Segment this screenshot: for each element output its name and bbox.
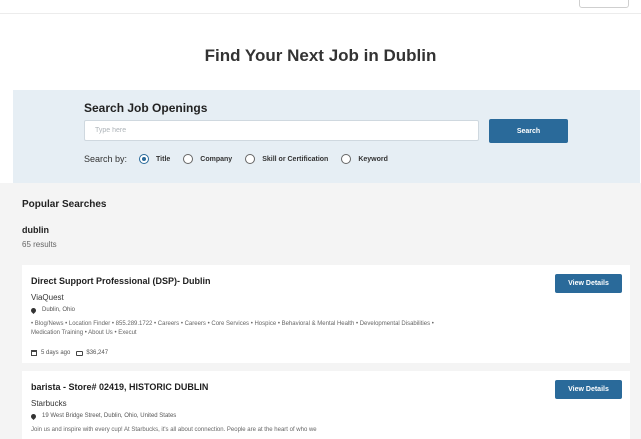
search-input[interactable]: [84, 120, 479, 141]
radio-company[interactable]: [183, 154, 194, 164]
radio-title[interactable]: [139, 154, 150, 164]
map-pin-icon: [29, 412, 38, 420]
job-description: • Blog/News • Location Finder • 855.289.…: [31, 321, 434, 336]
job-location-text: 19 West Bridge Street, Dublin, Ohio, Uni…: [42, 413, 177, 419]
search-by-company-option[interactable]: Company: [183, 154, 232, 164]
radio-keyword-label: Keyword: [358, 155, 388, 163]
top-menu-button[interactable]: [579, 0, 629, 8]
job-card: barista - Store# 02419, HISTORIC DUBLIN …: [22, 371, 630, 439]
search-by-title-option[interactable]: Title: [139, 154, 170, 164]
search-query-term: dublin: [22, 225, 49, 235]
job-meta: 5 days ago $36,247: [31, 350, 108, 356]
page-title: Find Your Next Job in Dublin: [204, 46, 437, 65]
view-details-button[interactable]: View Details: [555, 274, 622, 293]
search-by-label: Search by:: [84, 154, 128, 164]
search-panel: Search Job Openings Search Search by: Ti…: [13, 90, 640, 183]
radio-keyword[interactable]: [341, 154, 352, 164]
radio-title-label: Title: [156, 155, 171, 163]
job-location: 19 West Bridge Street, Dublin, Ohio, Uni…: [29, 412, 177, 420]
search-button[interactable]: Search: [489, 119, 568, 143]
job-title[interactable]: Direct Support Professional (DSP)- Dubli…: [31, 276, 211, 286]
search-by-skill-option[interactable]: Skill or Certification: [245, 154, 328, 164]
search-by-keyword-option[interactable]: Keyword: [341, 154, 388, 164]
search-heading: Search Job Openings: [84, 101, 208, 115]
job-title[interactable]: barista - Store# 02419, HISTORIC DUBLIN: [31, 382, 208, 392]
job-description: Join us and inspire with every cup! At S…: [31, 427, 317, 433]
money-icon: [76, 350, 84, 356]
top-bar: [0, 0, 641, 14]
radio-skill[interactable]: [245, 154, 256, 164]
radio-company-label: Company: [200, 155, 233, 163]
job-salary: $36,247: [86, 350, 109, 356]
map-pin-icon: [29, 306, 38, 314]
radio-skill-label: Skill or Certification: [262, 155, 329, 163]
popular-searches-heading: Popular Searches: [22, 199, 107, 210]
job-card: Direct Support Professional (DSP)- Dubli…: [22, 265, 630, 363]
search-by-group: Search by: Title Company Skill or Certif…: [84, 154, 401, 164]
results-area: Popular Searches dublin 65 results Direc…: [0, 183, 641, 439]
job-posted: 5 days ago: [41, 350, 71, 356]
calendar-icon: [31, 350, 37, 356]
job-location: Dublin, Ohio: [29, 306, 76, 314]
job-company: Starbucks: [31, 399, 67, 408]
result-count: 65 results: [22, 240, 57, 249]
view-details-button[interactable]: View Details: [555, 380, 622, 399]
job-company: ViaQuest: [31, 293, 64, 302]
job-location-text: Dublin, Ohio: [42, 307, 76, 313]
